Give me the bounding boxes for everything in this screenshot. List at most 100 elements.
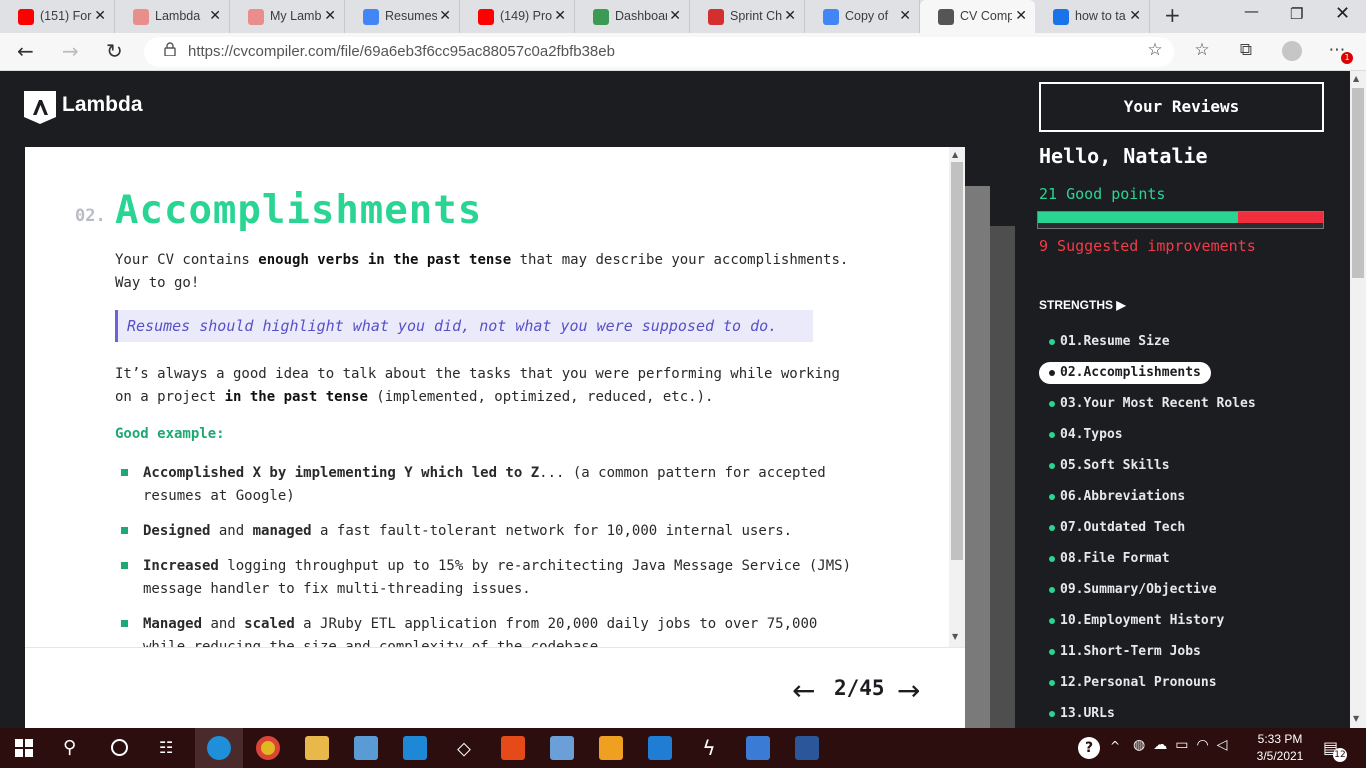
content-scroll-thumb[interactable] [951, 162, 963, 560]
browser-tab[interactable]: Dashboar ✕ [575, 0, 690, 33]
tab-title: how to ta [1075, 9, 1126, 23]
tab-favicon-icon [1053, 9, 1069, 25]
next-page-button[interactable]: → [897, 674, 920, 707]
photos-app-icon[interactable] [746, 736, 770, 760]
collections-icon[interactable]: ⧉ [1235, 40, 1257, 62]
browser-tab[interactable]: Sprint Ch ✕ [690, 0, 805, 33]
browser-tab[interactable]: (149) Pro ✕ [460, 0, 575, 33]
profile-avatar[interactable] [1281, 40, 1303, 62]
git-app-icon[interactable] [550, 736, 574, 760]
scroll-down-icon[interactable]: ▼ [952, 632, 958, 641]
browser-tab[interactable]: Lambda ✕ [115, 0, 230, 33]
page-counter: 2/45 [834, 676, 885, 700]
new-tab-button[interactable]: + [1164, 3, 1181, 27]
edge-app-icon[interactable] [207, 736, 231, 760]
nav-dot-icon [1049, 556, 1055, 562]
page-scroll-up-icon[interactable]: ▲ [1353, 74, 1359, 83]
tab-title: Dashboar [615, 9, 667, 23]
dropbox-app-icon[interactable]: ⬦ [452, 736, 476, 760]
review-nav-item[interactable]: 10.Employment History [1039, 610, 1224, 632]
vscode-app-icon[interactable] [648, 736, 672, 760]
tab-favicon-icon [478, 9, 494, 25]
review-nav-item[interactable]: 09.Summary/Objective [1039, 579, 1217, 601]
scroll-up-icon[interactable]: ▲ [952, 150, 958, 159]
card-footer [25, 647, 965, 728]
mail-app-icon[interactable] [403, 736, 427, 760]
store-app-icon[interactable] [354, 736, 378, 760]
tab-close-icon[interactable]: ✕ [94, 7, 106, 24]
show-hidden-icons-icon[interactable]: ^ [1110, 739, 1120, 753]
minimize-button[interactable]: — [1244, 2, 1259, 20]
file-explorer-icon[interactable] [305, 736, 329, 760]
add-favorite-icon[interactable]: ☆ [1144, 40, 1166, 62]
strengths-toggle[interactable]: STRENGTHS ▶ [1039, 298, 1126, 312]
nav-dot-icon [1049, 525, 1055, 531]
review-nav-label: 10.Employment History [1060, 613, 1225, 628]
score-bar-good [1038, 212, 1238, 223]
page-scroll-thumb[interactable] [1352, 88, 1364, 278]
tab-close-icon[interactable]: ✕ [439, 7, 451, 24]
browser-tab[interactable]: CV Comp ✕ [920, 0, 1035, 33]
sublime-app-icon[interactable] [599, 736, 623, 760]
browser-tab[interactable]: Resumes ✕ [345, 0, 460, 33]
review-nav-item[interactable]: 03.Your Most Recent Roles [1039, 393, 1256, 415]
nav-dot-icon [1049, 401, 1055, 407]
review-nav-item[interactable]: 05.Soft Skills [1039, 455, 1170, 477]
tab-close-icon[interactable]: ✕ [669, 7, 681, 24]
cortana-icon[interactable] [111, 739, 128, 756]
maximize-button[interactable]: ❐ [1290, 5, 1303, 23]
review-nav-label: 02.Accomplishments [1060, 365, 1201, 380]
chrome-app-icon[interactable] [256, 736, 280, 760]
review-nav-item[interactable]: 12.Personal Pronouns [1039, 672, 1217, 694]
favorites-icon[interactable]: ☆ [1191, 40, 1213, 62]
slack-app-icon[interactable]: ϟ [697, 736, 721, 760]
improvements-count: 9 Suggested improvements [1039, 237, 1256, 255]
tab-close-icon[interactable]: ✕ [1129, 7, 1141, 24]
nav-dot-icon [1049, 432, 1055, 438]
tab-close-icon[interactable]: ✕ [784, 7, 796, 24]
word-app-icon[interactable] [795, 736, 819, 760]
clock[interactable]: 5:33 PM 3/5/2021 [1255, 731, 1305, 765]
close-window-button[interactable]: ✕ [1335, 3, 1350, 24]
tab-close-icon[interactable]: ✕ [1015, 7, 1027, 24]
review-nav-item[interactable]: 02.Accomplishments [1039, 362, 1211, 384]
help-icon[interactable]: ? [1078, 737, 1100, 759]
review-nav-item[interactable]: 11.Short-Term Jobs [1039, 641, 1201, 663]
review-nav-item[interactable]: 06.Abbreviations [1039, 486, 1185, 508]
tab-close-icon[interactable]: ✕ [899, 7, 911, 24]
browser-tab[interactable]: Copy of ✕ [805, 0, 920, 33]
tab-favicon-icon [708, 9, 724, 25]
forward-button[interactable]: → [62, 39, 79, 63]
windows-start-icon[interactable] [15, 739, 33, 757]
nav-dot-icon [1049, 587, 1055, 593]
page-scroll-down-icon[interactable]: ▼ [1353, 714, 1359, 723]
prev-page-button[interactable]: ← [792, 674, 815, 707]
browser-tab[interactable]: (151) For ✕ [0, 0, 115, 33]
review-nav-item[interactable]: 04.Typos [1039, 424, 1123, 446]
task-view-icon[interactable]: ☷ [159, 738, 173, 757]
review-nav-label: 09.Summary/Objective [1060, 582, 1217, 597]
back-button[interactable]: ← [17, 39, 34, 63]
your-reviews-button[interactable]: Your Reviews [1039, 82, 1324, 132]
brand-name[interactable]: Lambda [62, 93, 143, 117]
browser-tab[interactable]: how to ta ✕ [1035, 0, 1150, 33]
search-icon[interactable]: ⚲ [63, 737, 76, 758]
office-app-icon[interactable] [501, 736, 525, 760]
review-nav-item[interactable]: 08.File Format [1039, 548, 1170, 570]
lambda-logo[interactable] [24, 91, 56, 124]
tab-close-icon[interactable]: ✕ [554, 7, 566, 24]
browser-tab[interactable]: My Lamb ✕ [230, 0, 345, 33]
tab-close-icon[interactable]: ✕ [209, 7, 221, 24]
tab-close-icon[interactable]: ✕ [324, 7, 336, 24]
review-nav-item[interactable]: 07.Outdated Tech [1039, 517, 1185, 539]
tray-icons[interactable]: ◍☁▭◠◁ [1133, 737, 1235, 753]
nav-dot-icon [1049, 649, 1055, 655]
review-nav-item[interactable]: 13.URLs [1039, 703, 1115, 725]
tab-title: Sprint Ch [730, 9, 782, 23]
example-item: Managed and scaled a JRuby ETL applicati… [143, 616, 818, 647]
review-nav-label: 08.File Format [1060, 551, 1170, 566]
greeting: Hello, Natalie [1039, 144, 1208, 168]
nav-dot-icon [1049, 339, 1055, 345]
review-nav-item[interactable]: 01.Resume Size [1039, 331, 1170, 353]
refresh-button[interactable]: ↻ [106, 39, 123, 63]
